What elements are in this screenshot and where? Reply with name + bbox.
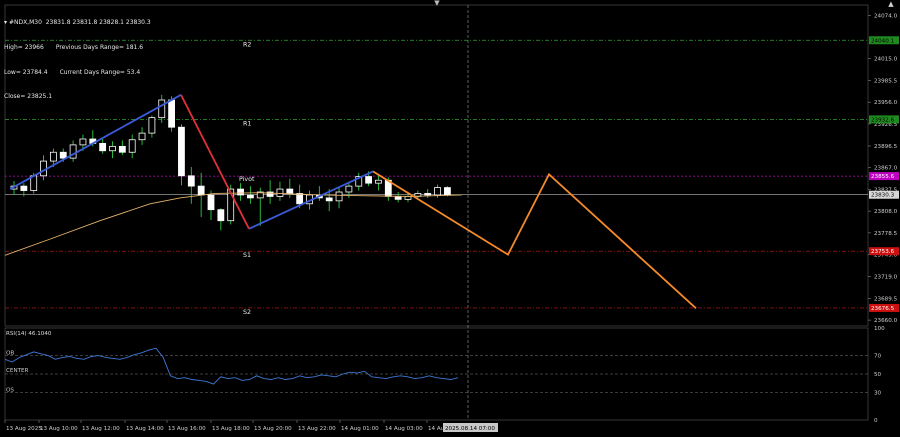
r2-label: R2 — [243, 41, 251, 48]
candle-body — [434, 187, 441, 196]
candle-body — [217, 209, 225, 222]
candle-body — [158, 99, 166, 119]
ohlc-values: 23831.8 23831.8 23828.1 23830.3 — [45, 19, 151, 27]
triangle-down-icon: ▾ — [4, 19, 8, 27]
price-axis-label: 23660.0 — [874, 318, 898, 324]
rsi-axis-label: 30 — [874, 390, 882, 396]
price-axis-label: 24015.0 — [874, 57, 898, 63]
rsi-axis-label: 70 — [874, 354, 882, 360]
candle-body — [345, 185, 353, 193]
rsi-label: RSI(14) 46.1040 — [6, 331, 52, 337]
s1-label: S1 — [243, 252, 251, 259]
time-axis-label: 14 Au — [428, 426, 445, 432]
forecast-projection-line — [372, 170, 697, 309]
price-axis-label: 23689.5 — [874, 296, 898, 302]
candle-body — [365, 176, 373, 184]
rsi-ob-label: OB — [6, 351, 14, 357]
candle-body — [20, 185, 28, 191]
close-value: Close= 23825.1 — [4, 93, 53, 101]
low-value: Low= 23784.4 — [4, 68, 48, 76]
candle-body — [237, 188, 244, 196]
price-tag-label: 23753.6 — [871, 249, 895, 255]
price-axis-label: 23719.0 — [874, 275, 898, 281]
price-axis-label: 23956.0 — [874, 100, 898, 106]
candle-body — [118, 145, 126, 153]
candle-body — [394, 196, 402, 200]
candle-body — [375, 179, 382, 184]
candle-body — [79, 138, 87, 146]
rsi-os-label: OS — [6, 387, 14, 393]
zigzag-up-2 — [248, 170, 374, 230]
zigzag-down-1 — [180, 94, 250, 230]
candle-body — [246, 194, 254, 199]
candle-body — [99, 143, 107, 152]
r1-label: R1 — [243, 120, 251, 127]
price-axis-label: 23808.0 — [874, 209, 898, 215]
price-tag-label: 23932.6 — [871, 117, 895, 123]
high-value: High= 23966 — [4, 44, 44, 52]
cursor-time-label: 2025.08.14 07:00 — [445, 426, 495, 432]
candle-body — [197, 185, 205, 196]
candle-body — [286, 188, 294, 194]
price-axis-label: 23778.5 — [874, 231, 898, 237]
candle-body — [178, 126, 185, 177]
time-axis-label: 13 Aug 20:00 — [254, 426, 292, 432]
pivot-label: Pivot — [239, 176, 255, 183]
time-axis-label: 14 Aug 01:00 — [341, 426, 379, 432]
candle-body — [128, 139, 136, 153]
time-axis-label: 13 Aug 22:00 — [298, 426, 336, 432]
time-axis-label: 13 Aug 10:00 — [40, 426, 78, 432]
candle-body — [424, 193, 432, 196]
candle-body — [138, 132, 146, 141]
time-axis-label: 13 Aug 14:00 — [126, 426, 164, 432]
rsi-line — [4, 347, 459, 385]
s2-label: S2 — [243, 309, 251, 316]
time-axis-label: 13 Aug 16:00 — [168, 426, 206, 432]
symbol-info-panel: ▾ #NDX,M30 23831.8 23831.8 23828.1 23830… — [4, 3, 151, 118]
candle-body — [148, 117, 156, 134]
trading-chart-window: 24074.0 24015.0 23985.5 23956.0 23926.5 23896… — [0, 0, 900, 437]
collapse-arrow-icon[interactable]: ▲ — [886, 0, 896, 8]
candle-body — [187, 175, 195, 187]
rsi-axis-label: 0 — [874, 418, 878, 424]
candle-body — [50, 151, 57, 162]
candle-body — [335, 191, 343, 202]
candle-body — [207, 194, 215, 211]
symbol-label: #NDX,M30 — [8, 19, 42, 27]
price-tag-label: 23676.5 — [871, 306, 895, 312]
time-axis-label: 13 Aug 18:00 — [212, 426, 250, 432]
rsi-center-label: CENTER — [6, 368, 29, 374]
candle-body — [168, 99, 176, 128]
candle-body — [443, 187, 451, 196]
time-axis-label: 13 Aug 12:00 — [82, 426, 120, 432]
candle-body — [296, 193, 304, 205]
current-days-range: Current Days Range= 53.4 — [59, 68, 141, 76]
candle-body — [325, 197, 333, 202]
price-axis-label: 23896.5 — [874, 144, 898, 150]
rsi-axis-label: 100 — [874, 326, 885, 332]
time-axis-label: 14 Aug 03:00 — [385, 426, 423, 432]
previous-days-range: Previous Days Range= 181.6 — [55, 44, 144, 52]
price-axis-label: 23867.0 — [874, 166, 898, 172]
price-tag-label: 24040.1 — [871, 38, 895, 44]
price-axis-label: 23985.5 — [874, 78, 898, 84]
rsi-axis-label: 50 — [874, 372, 882, 378]
price-tag-label: 23855.6 — [871, 174, 895, 180]
candle-body — [109, 145, 116, 152]
time-axis-label: 13 Aug 2025 — [6, 426, 42, 432]
candle-body — [276, 188, 284, 197]
price-axis-label: 24074.0 — [874, 13, 898, 19]
candle-body — [59, 151, 67, 159]
cursor-marker-icon: ▼ — [434, 0, 440, 7]
price-tag-label: 23830.3 — [871, 193, 895, 199]
